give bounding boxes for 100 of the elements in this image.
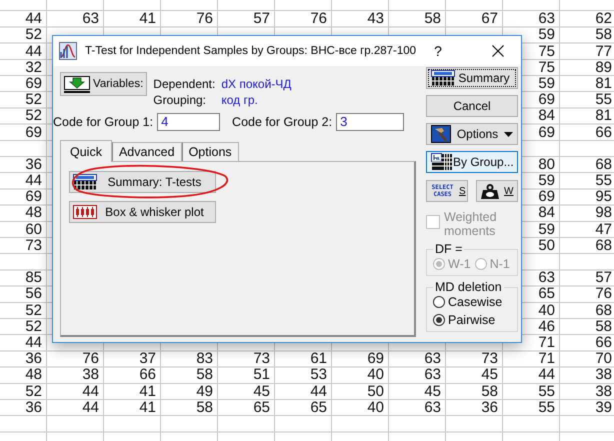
help-button[interactable]: ? [423,37,453,65]
table-cell: 55 [595,172,612,190]
summary-button[interactable]: Summary: T-tests [69,171,216,193]
table-cell: 53 [310,366,327,384]
group-code-label: Code for Group 2: [232,115,332,129]
group-code-field[interactable]: 4 [157,113,220,131]
table-cell: 81 [595,74,612,92]
table-cell: 68 [595,302,612,319]
table-cell: 73 [253,350,270,368]
table-cell: 55 [595,91,612,108]
group-code-field[interactable]: 3 [336,113,404,131]
table-cell: 66 [595,124,612,140]
table-cell: 67 [481,10,498,28]
cancel-button[interactable]: Cancel [426,95,518,117]
table-cell: 83 [196,350,213,368]
tab[interactable]: Quick [60,140,112,162]
table-cell: 63 [424,350,441,368]
table-cell: 40 [367,398,384,416]
table-cell: 75 [538,42,555,60]
table-cell: 59 [538,220,555,238]
table-cell: 59 [538,74,555,92]
table-cell: 52 [25,107,42,124]
table-cell: 84 [538,107,555,124]
table-cell: 69 [25,74,42,92]
table-cell: 36 [25,156,42,173]
table-cell: 69 [538,91,555,108]
table-cell: 61 [310,350,327,368]
summary-icon [73,174,97,190]
table-cell: 44 [25,10,42,28]
tab[interactable]: Advanced [112,142,182,161]
table-cell: 51 [253,366,270,384]
table-cell: 52 [25,382,42,400]
table-cell: 59 [538,26,555,44]
table-cell: 58 [424,10,441,28]
tab[interactable]: Options [182,142,239,161]
radio-option[interactable]: Pairwise [433,313,513,327]
table-cell: 63 [82,10,99,28]
table-cell: 40 [367,366,384,384]
window-title: T-Test for Independent Samples by Groups: ВНС-все гр.287-100 [85,45,418,57]
table-cell: 38 [595,366,612,384]
table-cell: 55 [538,382,555,400]
table-cell: 65 [253,398,270,416]
summary-icon [431,70,455,86]
table-cell: 57 [253,10,270,28]
summary-button[interactable]: Summary [426,67,518,89]
table-cell: 76 [196,10,213,28]
table-cell: 65 [538,285,555,302]
table-cell: 63 [538,10,555,28]
group-title: DF = [434,242,464,256]
table-cell: 45 [253,382,270,400]
variables-button[interactable]: Variables: [60,72,148,96]
by-group-button[interactable]: By Group... [426,151,518,173]
table-cell: 59 [538,172,555,190]
table-cell: 85 [25,269,42,286]
group-code-label: Code for Group 1: [53,115,154,129]
checkbox-label: Weighted moments [444,210,498,238]
table-cell: 76 [595,285,612,302]
caret-icon [504,132,513,136]
table-cell: 84 [538,204,555,222]
variables-icon [64,76,90,92]
table-cell: 49 [196,382,213,400]
table-cell: 58 [481,382,498,400]
table-cell: 50 [367,382,384,400]
table-cell: 58 [196,366,213,384]
table-cell: 68 [595,236,612,254]
table-cell: 44 [538,366,555,384]
table-cell: 63 [424,366,441,384]
table-cell: 69 [25,188,42,206]
hammer-icon [431,125,451,143]
table-cell: 98 [595,204,612,222]
table-cell: 68 [595,156,612,173]
weight-icon [480,184,500,198]
options-button[interactable]: Options [426,123,518,145]
table-cell: 76 [310,10,327,28]
table-cell: 40 [538,302,555,319]
table-cell: 70 [595,350,612,368]
table-cell: 47 [595,220,612,238]
weight-button[interactable]: W [476,180,518,202]
table-cell: 52 [25,91,42,108]
table-cell: 71 [538,334,555,351]
box-plot-button[interactable]: Box & whisker plot [69,201,216,223]
table-cell: 48 [25,204,42,222]
table-cell: 57 [595,269,612,286]
table-cell: 66 [595,334,612,351]
close-icon [492,45,504,57]
table-cell: 50 [538,236,555,254]
table-cell: 56 [25,285,42,302]
table-cell: 44 [82,398,99,416]
radio-option[interactable]: Casewise [433,295,513,309]
dependent-value: dX покой-ЧД [221,77,292,91]
table-cell: 60 [25,220,42,238]
table-cell: 65 [310,398,327,416]
table-cell: 63 [538,269,555,286]
table-cell: 45 [481,366,498,384]
table-cell: 36 [25,350,42,368]
table-cell: 55 [538,398,555,416]
table-cell: 89 [595,58,612,76]
table-cell: 52 [25,26,42,44]
table-cell: 38 [595,382,612,400]
table-cell: 44 [25,172,42,190]
